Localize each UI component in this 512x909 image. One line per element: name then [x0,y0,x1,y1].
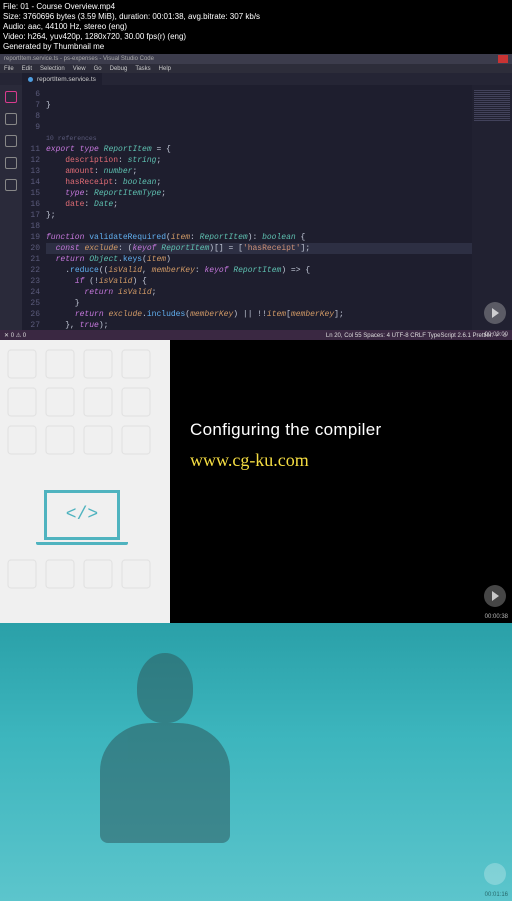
tab-reportitem[interactable]: reportItem.service.ts [22,73,102,85]
thumbnail-frame-1: reportItem.service.ts - ps-expenses - Vi… [0,54,512,340]
speaker-silhouette [40,643,290,893]
menu-tasks[interactable]: Tasks [135,66,150,72]
editor-tabs: reportItem.service.ts [0,73,512,85]
close-button[interactable] [498,55,508,63]
menu-file[interactable]: File [4,66,14,72]
play-icon[interactable] [484,585,506,607]
status-right[interactable]: Ln 20, Col 55 Spaces: 4 UTF-8 CRLF TypeS… [326,332,508,339]
thumbnail-frame-2: </> Configuring the compiler www.cg-ku.c… [0,340,512,623]
play-icon[interactable] [484,863,506,885]
thumbnail-frame-3: 00:01:16 [0,623,512,901]
maximize-button[interactable] [486,55,496,63]
video-metadata: File: 01 - Course Overview.mp4 Size: 376… [0,0,512,54]
explorer-icon[interactable] [5,91,17,103]
slide-right-panel: Configuring the compiler www.cg-ku.com [170,340,512,623]
extensions-icon[interactable] [5,179,17,191]
code-glyph: </> [44,490,120,540]
frame-timestamp: 00:00:00 [485,332,508,338]
meta-file: File: 01 - Course Overview.mp4 [3,2,509,12]
tab-label: reportItem.service.ts [37,76,96,83]
frame-timestamp: 00:00:38 [485,614,508,620]
typescript-icon [28,77,33,82]
minimap[interactable] [472,85,512,330]
activity-bar [0,85,22,330]
meta-audio: Audio: aac, 44100 Hz, stereo (eng) [3,22,509,32]
meta-size: Size: 3760696 bytes (3.59 MiB), duration… [3,12,509,22]
meta-video: Video: h264, yuv420p, 1280x720, 30.00 fp… [3,32,509,42]
status-bar: ✕ 0 ⚠ 0 Ln 20, Col 55 Spaces: 4 UTF-8 CR… [0,330,512,340]
scm-icon[interactable] [5,135,17,147]
menu-go[interactable]: Go [94,66,102,72]
meta-generated: Generated by Thumbnail me [3,42,509,52]
window-controls [474,55,508,63]
laptop-icon: </> [36,490,128,552]
menu-selection[interactable]: Selection [40,66,65,72]
slide-title: Configuring the compiler [190,420,502,440]
watermark-url: www.cg-ku.com [190,450,502,471]
status-problems[interactable]: ✕ 0 ⚠ 0 [4,332,26,339]
play-icon[interactable] [484,302,506,324]
frame-timestamp: 00:01:16 [485,892,508,898]
menu-help[interactable]: Help [159,66,171,72]
menu-debug[interactable]: Debug [110,66,128,72]
window-title: reportItem.service.ts - ps-expenses - Vi… [4,56,154,62]
search-icon[interactable] [5,113,17,125]
pattern-bg [0,340,170,623]
code-editor[interactable]: 6 7}8910 references11export type ReportI… [22,85,472,330]
window-titlebar: reportItem.service.ts - ps-expenses - Vi… [0,54,512,64]
debug-icon[interactable] [5,157,17,169]
footer-gap [0,901,512,909]
menu-view[interactable]: View [73,66,86,72]
menu-edit[interactable]: Edit [22,66,32,72]
minimize-button[interactable] [474,55,484,63]
slide-left-panel: </> [0,340,170,623]
menu-bar: File Edit Selection View Go Debug Tasks … [0,64,512,73]
